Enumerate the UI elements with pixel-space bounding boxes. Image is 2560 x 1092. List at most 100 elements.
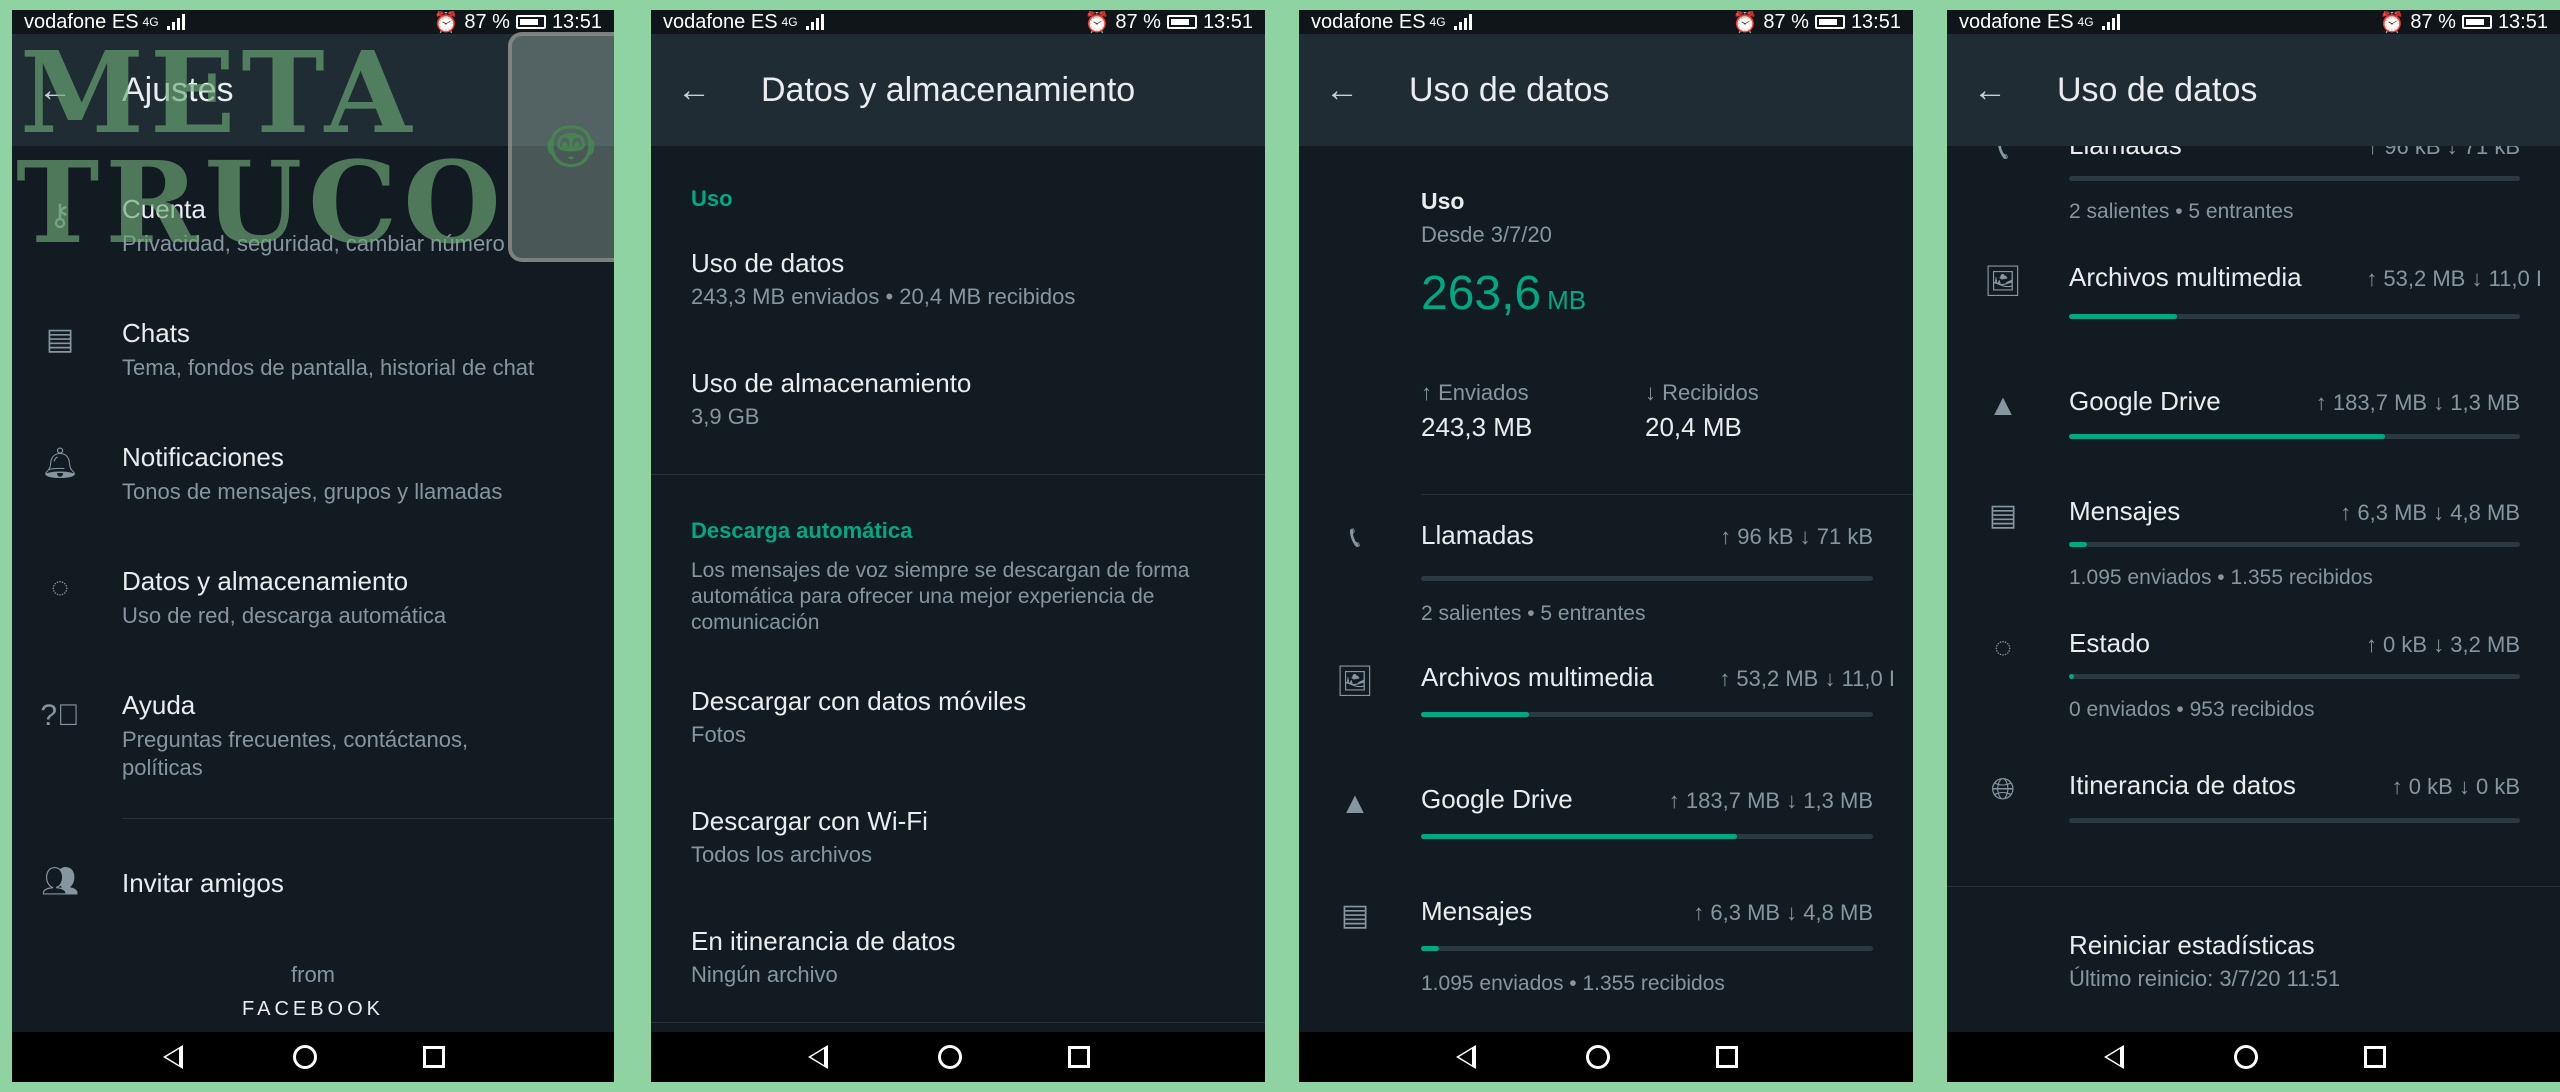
globe-icon: 🌐︎ <box>1991 773 2015 806</box>
usage-bar-track <box>1421 834 1873 839</box>
usage-category-values: ↑ 183,7 MB ↓ 1,3 MB <box>2315 390 2520 415</box>
back-arrow-icon[interactable]: ← <box>1317 71 1367 110</box>
android-nav-bar <box>12 1032 614 1082</box>
usage-category-name: Mensajes <box>1421 896 1533 926</box>
nav-home-button[interactable] <box>293 1045 333 1069</box>
signal-icon <box>1453 14 1472 30</box>
back-arrow-icon[interactable]: ← <box>1965 71 2015 110</box>
sent-label: ↑ Enviados <box>1421 380 1529 405</box>
nav-back-button[interactable] <box>163 1045 203 1069</box>
settings-item-subtitle: Uso de red, descarga automática <box>122 603 447 628</box>
android-nav-bar <box>1947 1032 2560 1082</box>
nav-home-button[interactable] <box>938 1045 978 1069</box>
usage-bar-fill <box>2069 542 2088 547</box>
sent-value: 243,3 MB <box>1421 412 1533 442</box>
usage-bar-fill <box>1421 712 1530 717</box>
signal-icon <box>805 14 824 30</box>
received-label: ↓ Recibidos <box>1645 380 1759 405</box>
settings-item-datos[interactable]: ◌ Datos y almacenamiento Uso de red, des… <box>12 558 614 648</box>
android-nav-bar <box>651 1032 1265 1082</box>
uso-almacenamiento-title[interactable]: Uso de almacenamiento <box>691 368 971 399</box>
usage-bar-track <box>2069 818 2520 823</box>
usage-bar-track <box>1421 576 1873 581</box>
usage-category-name: Archivos multimedia <box>2069 262 2302 292</box>
from-label: from <box>291 962 335 987</box>
carrier-label: vodafone ES <box>1959 10 2074 33</box>
phone-icon: 📞︎ <box>1997 146 2009 166</box>
status-bar: vodafone ES 4G ⏰ 87 % 13:51 <box>1299 10 1913 34</box>
divider <box>651 1022 1265 1023</box>
uso-label: Uso <box>1421 188 1465 214</box>
people-icon: 👥︎ <box>40 865 80 898</box>
status-circle-icon: ◌ <box>1994 631 2012 664</box>
nav-home-button[interactable] <box>1586 1045 1626 1069</box>
settings-item-ayuda[interactable]: ?⃝ Ayuda Preguntas frecuentes, contáctan… <box>12 682 614 792</box>
data-circle-icon: ◌ <box>51 571 69 604</box>
page-title: Uso de datos <box>1409 70 1610 109</box>
usage-category-name: Google Drive <box>1421 784 1573 814</box>
uso-almacenamiento-subtitle: 3,9 GB <box>691 404 760 429</box>
usage-category-sub: 2 salientes • 5 entrantes <box>2069 200 2294 223</box>
data-usage-screen: vodafone ES 4G ⏰ 87 % 13:51 ← Uso de dat… <box>1299 10 1913 1082</box>
clock: 13:51 <box>551 10 602 33</box>
nav-recents-button[interactable] <box>1716 1046 1756 1068</box>
nav-back-button[interactable] <box>808 1045 848 1069</box>
settings-item-notificaciones[interactable]: 🔔︎ Notificaciones Tonos de mensajes, gru… <box>12 434 614 524</box>
received-value: 20,4 MB <box>1645 412 1742 442</box>
divider <box>1421 494 1913 495</box>
usage-bar-track <box>1421 946 1873 951</box>
nav-recents-button[interactable] <box>2363 1046 2404 1068</box>
page-title: Uso de datos <box>2057 70 2258 109</box>
facebook-brand: FACEBOOK <box>241 998 385 1020</box>
battery-percent: 87 % <box>1763 10 1809 33</box>
usage-category-sub: 1.095 enviados • 1.355 recibidos <box>2069 566 2373 589</box>
watermark-truco: TRUCO <box>16 138 507 269</box>
usage-category-sub: 0 enviados • 953 recibidos <box>2069 698 2315 721</box>
settings-item-title: Datos y almacenamiento <box>122 566 409 596</box>
alarm-icon: ⏰ <box>1084 11 1110 34</box>
usage-bar-track <box>2069 542 2520 547</box>
battery-icon <box>1814 15 1845 29</box>
nav-recents-button[interactable] <box>1068 1046 1108 1068</box>
reset-stats-subtitle: Último reinicio: 3/7/20 11:51 <box>2069 966 2341 991</box>
data-storage-screen: vodafone ES 4G ⏰ 87 % 13:51 ← Datos y al… <box>651 10 1265 1082</box>
descargar-moviles-title[interactable]: Descargar con datos móviles <box>691 686 1026 717</box>
section-header-uso: Uso <box>691 186 733 211</box>
battery-percent: 87 % <box>464 10 510 33</box>
data-usage-screen-scrolled: vodafone ES 4G ⏰ 87 % 13:51 📞︎ Llamadas … <box>1947 10 2560 1082</box>
android-nav-bar <box>1299 1032 1913 1082</box>
usage-category-name: Google Drive <box>2069 386 2221 416</box>
carrier-label: vodafone ES <box>1311 10 1426 33</box>
settings-item-title: Chats <box>122 318 190 348</box>
usage-bar-fill <box>2069 674 2074 679</box>
settings-item-invitar[interactable]: 👥︎ Invitar amigos <box>12 848 614 918</box>
settings-item-subtitle: Tonos de mensajes, grupos y llamadas <box>122 479 503 504</box>
nav-recents-button[interactable] <box>423 1046 463 1068</box>
settings-item-chats[interactable]: ▤ Chats Tema, fondos de pantalla, histor… <box>12 310 614 400</box>
page-title: Datos y almacenamiento <box>761 70 1136 109</box>
media-icon: 🖼︎ <box>1335 665 1375 698</box>
status-bar: vodafone ES 4G ⏰ 87 % 13:51 <box>1947 10 2560 34</box>
battery-percent: 87 % <box>2410 10 2456 33</box>
screenshot-collage: vodafone ES 4G ⏰ 87 % 13:51 ← Ajustes ⚷ … <box>0 0 2560 1092</box>
uso-datos-title[interactable]: Uso de datos <box>691 248 844 279</box>
usage-category-values: ↑ 183,7 MB ↓ 1,3 MB <box>1668 788 1873 813</box>
nav-home-button[interactable] <box>2233 1045 2274 1069</box>
usage-category-name: Archivos multimedia <box>1421 662 1654 692</box>
nav-back-button[interactable] <box>1456 1045 1496 1069</box>
divider <box>122 818 614 819</box>
itinerancia-title[interactable]: En itinerancia de datos <box>691 926 956 957</box>
descargar-wifi-title[interactable]: Descargar con Wi-Fi <box>691 806 928 837</box>
nav-back-button[interactable] <box>2103 1045 2144 1069</box>
settings-item-title: Ayuda <box>122 690 196 720</box>
reset-stats-title[interactable]: Reiniciar estadísticas <box>2069 930 2315 961</box>
network-type: 4G <box>142 15 159 29</box>
usage-bar-track <box>2069 674 2520 679</box>
settings-item-title: Notificaciones <box>122 442 284 472</box>
back-arrow-icon[interactable]: ← <box>669 71 719 110</box>
itinerancia-subtitle: Ningún archivo <box>691 962 838 987</box>
data-storage-list: Uso Uso de datos 243,3 MB enviados • 20,… <box>651 146 1265 1032</box>
network-type: 4G <box>2077 15 2094 29</box>
descargar-moviles-subtitle: Fotos <box>691 722 747 747</box>
uso-datos-subtitle: 243,3 MB enviados • 20,4 MB recibidos <box>691 284 1076 309</box>
